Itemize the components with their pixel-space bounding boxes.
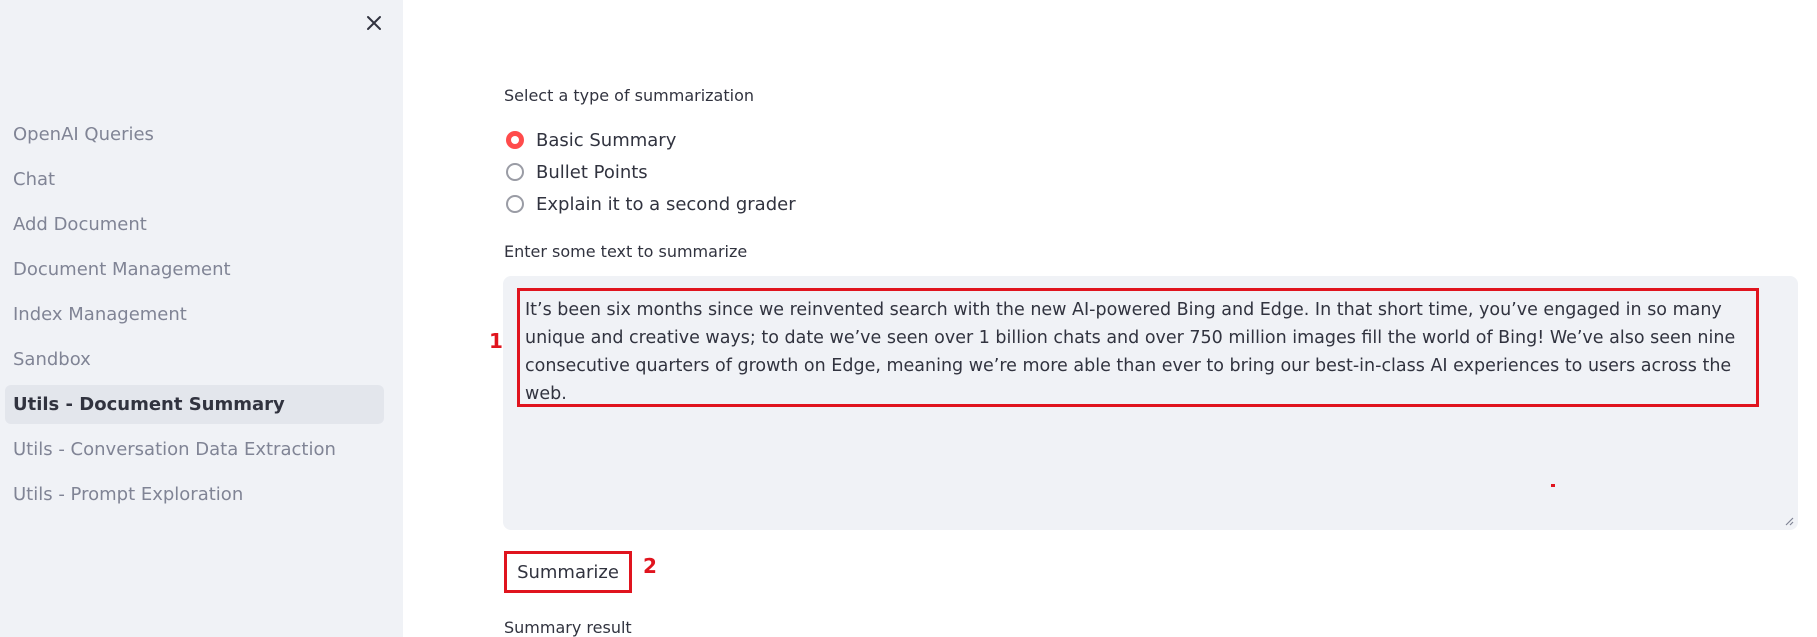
- sidebar-item-openai-queries[interactable]: OpenAI Queries: [5, 115, 384, 154]
- sidebar-item-sandbox[interactable]: Sandbox: [5, 340, 384, 379]
- summarization-type-label: Select a type of summarization: [504, 86, 754, 105]
- summary-text-value[interactable]: It’s been six months since we reinvented…: [525, 296, 1757, 408]
- summary-text-area[interactable]: It’s been six months since we reinvented…: [503, 276, 1798, 530]
- radio-unchecked-icon: [506, 163, 524, 181]
- annotation-marker-1: 1: [489, 329, 503, 353]
- summarize-button[interactable]: Summarize: [504, 551, 632, 593]
- close-sidebar-button[interactable]: [361, 10, 387, 36]
- resize-handle-icon[interactable]: [1782, 514, 1794, 526]
- sidebar-item-document-management[interactable]: Document Management: [5, 250, 384, 289]
- summarization-type-radio-group: Basic Summary Bullet Points Explain it t…: [506, 124, 796, 220]
- sidebar-item-conversation-data-extraction[interactable]: Utils - Conversation Data Extraction: [5, 430, 384, 469]
- radio-bullet-points[interactable]: Bullet Points: [506, 156, 796, 188]
- radio-basic-summary[interactable]: Basic Summary: [506, 124, 796, 156]
- sidebar-item-index-management[interactable]: Index Management: [5, 295, 384, 334]
- sidebar-item-prompt-exploration[interactable]: Utils - Prompt Exploration: [5, 475, 384, 514]
- radio-second-grader[interactable]: Explain it to a second grader: [506, 188, 796, 220]
- main-content: Select a type of summarization Basic Sum…: [403, 0, 1817, 637]
- radio-label: Basic Summary: [536, 129, 677, 151]
- sidebar-item-document-summary[interactable]: Utils - Document Summary: [5, 385, 384, 424]
- radio-label: Bullet Points: [536, 161, 648, 183]
- sidebar-item-add-document[interactable]: Add Document: [5, 205, 384, 244]
- annotation-dot: [1551, 484, 1555, 487]
- summary-result-label: Summary result: [504, 618, 632, 637]
- annotation-marker-2: 2: [643, 554, 657, 578]
- text-input-label: Enter some text to summarize: [504, 242, 748, 261]
- sidebar: OpenAI Queries Chat Add Document Documen…: [0, 0, 403, 637]
- close-icon: [367, 16, 381, 30]
- radio-unchecked-icon: [506, 195, 524, 213]
- sidebar-nav: OpenAI Queries Chat Add Document Documen…: [5, 115, 384, 520]
- app: OpenAI Queries Chat Add Document Documen…: [0, 0, 1817, 637]
- sidebar-item-chat[interactable]: Chat: [5, 160, 384, 199]
- radio-label: Explain it to a second grader: [536, 193, 796, 215]
- radio-checked-icon: [506, 131, 524, 149]
